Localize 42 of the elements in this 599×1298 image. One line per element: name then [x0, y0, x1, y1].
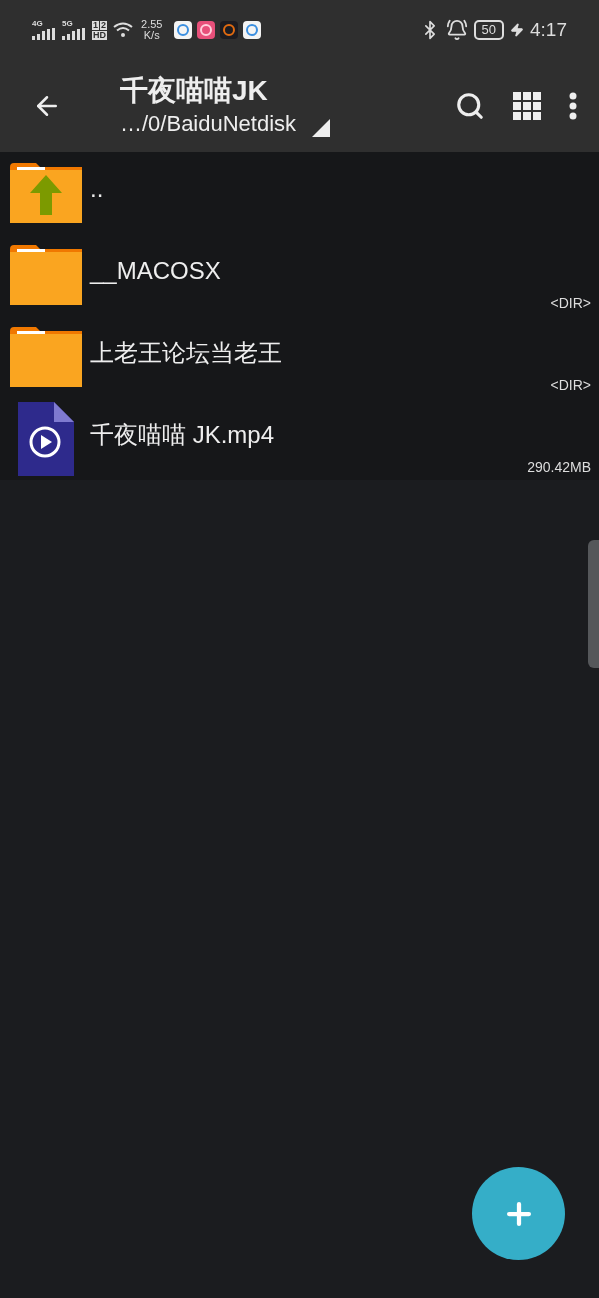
file-name: 千夜喵喵 JK.mp4	[90, 420, 275, 450]
file-name: ..	[90, 174, 104, 204]
grid-icon	[513, 92, 541, 120]
app-notification-icon	[243, 21, 262, 39]
file-row[interactable]: ..	[0, 152, 599, 234]
more-menu-icon	[569, 92, 577, 120]
search-button[interactable]	[455, 91, 485, 121]
bell-icon	[445, 19, 468, 41]
menu-button[interactable]	[569, 92, 577, 120]
hd-label: HD	[92, 30, 107, 40]
charging-icon	[510, 23, 524, 37]
grid-view-button[interactable]	[513, 92, 541, 120]
file-row[interactable]: 千夜喵喵 JK.mp4 290.42MB	[0, 398, 599, 480]
battery-level: 50	[473, 20, 504, 40]
file-info: <DIR>	[550, 376, 591, 395]
search-icon	[455, 91, 485, 121]
signal-icon	[62, 28, 86, 40]
network-label: 5G	[62, 20, 73, 28]
folder-icon	[10, 245, 82, 305]
file-name: 上老王论坛当老王	[90, 338, 282, 368]
file-row[interactable]: 上老王论坛当老王 <DIR>	[0, 316, 599, 398]
app-notification-icon	[174, 21, 193, 39]
network-label: 4G	[32, 20, 43, 28]
video-file-icon	[18, 402, 74, 476]
scrollbar-thumb[interactable]	[588, 540, 599, 668]
file-row[interactable]: __MACOSX <DIR>	[0, 234, 599, 316]
folder-title: 千夜喵喵JK	[120, 74, 269, 108]
signal-icon	[32, 28, 56, 40]
folder-path[interactable]: …/0/BaiduNetdisk	[120, 109, 297, 139]
file-info: 290.42MB	[527, 458, 591, 477]
speed-unit: K/s	[143, 30, 160, 41]
app-notification-icon	[197, 21, 216, 39]
sim-label: 2	[100, 20, 108, 30]
file-info: <DIR>	[550, 294, 591, 313]
app-notification-icon	[220, 21, 239, 39]
clock: 4:17	[530, 17, 567, 42]
file-name: __MACOSX	[90, 256, 221, 286]
folder-icon	[10, 327, 82, 387]
network-speed: 2.55	[141, 19, 163, 30]
parent-folder-icon	[10, 163, 82, 223]
sim-label: 1	[92, 20, 99, 30]
dropdown-corner-icon[interactable]	[312, 119, 331, 137]
